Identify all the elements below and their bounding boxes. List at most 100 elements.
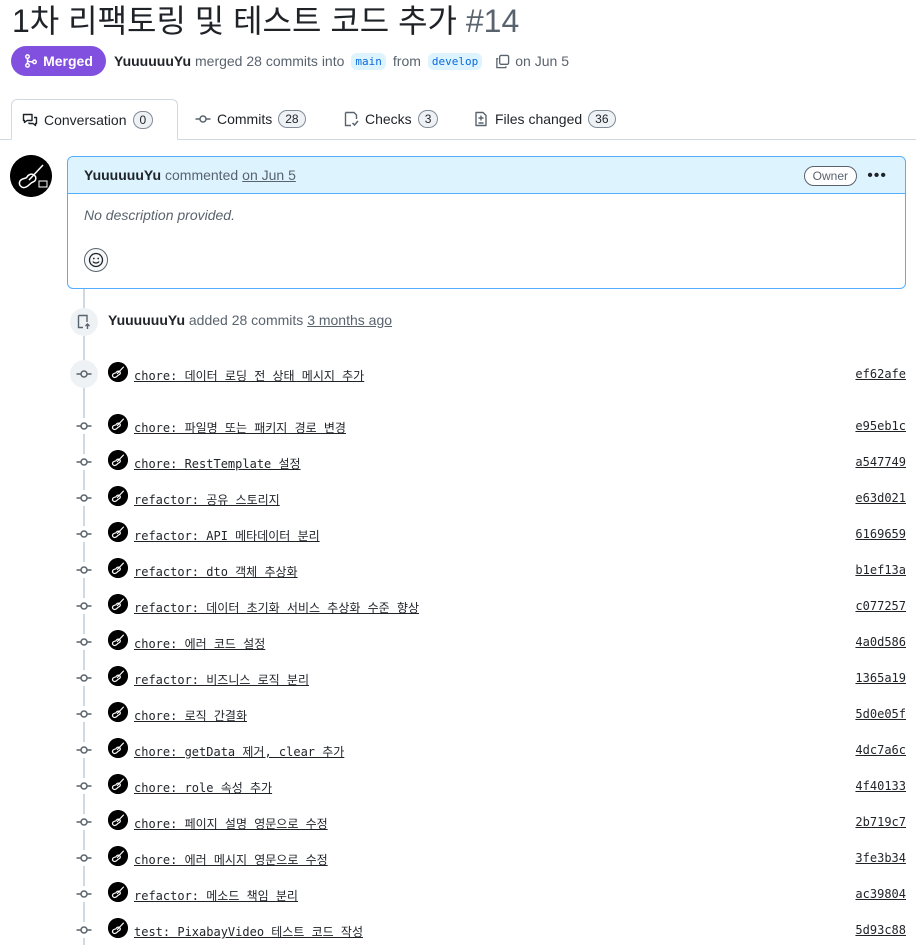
git-commit-icon <box>76 706 92 722</box>
tab-label: Checks <box>365 111 412 127</box>
comment-author-link[interactable]: YuuuuuuYu <box>84 167 161 183</box>
comment-date-link[interactable]: on Jun 5 <box>242 167 296 183</box>
commit-sha-link[interactable]: 4a0d586 <box>855 635 906 649</box>
event-action: added 28 commits <box>188 312 304 328</box>
commit-row: refactor: API 메타데이터 분리 6169659 <box>0 522 916 546</box>
commit-row: refactor: 데이터 초기화 서비스 추상화 수준 향상 c077257 <box>0 594 916 618</box>
commit-row: chore: 파일명 또는 패키지 경로 변경 e95eb1c <box>0 414 916 438</box>
commit-row: chore: role 속성 추가 4f40133 <box>0 774 916 798</box>
commit-row: chore: 데이터 로딩 전 상태 메시지 추가 ef62afe <box>0 360 916 388</box>
commit-message-link[interactable]: chore: getData 제거, clear 추가 <box>134 743 344 760</box>
from-text: from <box>392 53 421 69</box>
add-reaction-button[interactable] <box>84 248 108 272</box>
commit-message-link[interactable]: chore: 데이터 로딩 전 상태 메시지 추가 <box>134 367 364 384</box>
tab-label: Commits <box>217 111 273 127</box>
commit-author-avatar[interactable] <box>108 846 128 866</box>
event-time-link[interactable]: 3 months ago <box>307 312 392 328</box>
commit-row: refactor: 공유 스토리지 e63d021 <box>0 486 916 510</box>
commit-message-link[interactable]: refactor: 메소드 책임 분리 <box>134 887 298 904</box>
commit-message-link[interactable]: chore: 에러 코드 설정 <box>134 635 265 652</box>
tab-checks[interactable]: Checks 3 <box>333 99 448 139</box>
comment-box: YuuuuuuYu commented on Jun 5 Owner ••• N… <box>67 156 906 289</box>
git-commit-icon <box>76 490 92 506</box>
page-title: 1차 리팩토링 및 테스트 코드 추가 #14 <box>12 2 519 40</box>
commit-sha-link[interactable]: 6169659 <box>855 527 906 541</box>
commit-author-avatar[interactable] <box>108 882 128 902</box>
checklist-icon <box>344 111 359 127</box>
commit-message-link[interactable]: test: PixabayVideo 테스트 코드 작성 <box>134 923 363 940</box>
commit-message-link[interactable]: refactor: 데이터 초기화 서비스 추상화 수준 향상 <box>134 599 419 616</box>
commit-sha-link[interactable]: 2b719c7 <box>855 815 906 829</box>
commit-sha-link[interactable]: 3fe3b34 <box>855 851 906 865</box>
comment-discussion-icon <box>22 113 38 126</box>
commit-message-link[interactable]: refactor: 비즈니스 로직 분리 <box>134 671 309 688</box>
commit-author-avatar[interactable] <box>108 666 128 686</box>
pr-author-link[interactable]: YuuuuuuYu <box>114 53 191 69</box>
git-commit-icon <box>76 562 92 578</box>
git-commit-icon <box>195 115 211 123</box>
commit-author-avatar[interactable] <box>108 594 128 614</box>
commit-sha-link[interactable]: a547749 <box>855 455 906 469</box>
git-commit-icon <box>70 360 98 388</box>
guitar-avatar-image <box>10 155 52 197</box>
commit-sha-link[interactable]: ef62afe <box>855 367 906 381</box>
git-commit-icon <box>76 526 92 542</box>
commit-author-avatar[interactable] <box>108 918 128 938</box>
commit-message-link[interactable]: chore: 로직 간결화 <box>134 707 247 724</box>
author-avatar[interactable] <box>10 155 52 197</box>
commit-author-avatar[interactable] <box>108 522 128 542</box>
kebab-menu-icon[interactable]: ••• <box>867 167 887 185</box>
commit-author-avatar[interactable] <box>108 810 128 830</box>
commit-sha-link[interactable]: e63d021 <box>855 491 906 505</box>
tab-counter: 3 <box>417 110 439 128</box>
event-author-link[interactable]: YuuuuuuYu <box>108 312 185 328</box>
commit-author-avatar[interactable] <box>108 702 128 722</box>
commit-sha-link[interactable]: ac39804 <box>855 887 906 901</box>
tab-label: Files changed <box>495 111 583 127</box>
git-commit-icon <box>76 418 92 434</box>
commit-message-link[interactable]: chore: role 속성 추가 <box>134 779 272 796</box>
commit-sha-link[interactable]: 4f40133 <box>855 779 906 793</box>
head-branch[interactable]: develop <box>427 52 483 70</box>
commit-message-link[interactable]: chore: 에러 메시지 영문으로 수정 <box>134 851 328 868</box>
commit-row: chore: 에러 코드 설정 4a0d586 <box>0 630 916 654</box>
copy-icon[interactable] <box>493 54 511 69</box>
commit-message-link[interactable]: refactor: API 메타데이터 분리 <box>134 527 320 544</box>
commit-author-avatar[interactable] <box>108 774 128 794</box>
commit-author-avatar[interactable] <box>108 558 128 578</box>
commit-message-link[interactable]: chore: 파일명 또는 패키지 경로 변경 <box>134 419 346 436</box>
git-commit-icon <box>76 634 92 650</box>
commit-sha-link[interactable]: 5d0e05f <box>855 707 906 721</box>
tab-conversation[interactable]: Conversation 0 <box>11 99 178 140</box>
commit-author-avatar[interactable] <box>108 362 128 382</box>
tab-counter: 28 <box>278 110 306 128</box>
owner-badge: Owner <box>803 166 857 186</box>
commit-sha-link[interactable]: 4dc7a6c <box>855 743 906 757</box>
git-commit-icon <box>76 886 92 902</box>
tab-label: Conversation <box>44 111 127 128</box>
commit-message-link[interactable]: chore: 페이지 설명 영문으로 수정 <box>134 815 328 832</box>
commit-sha-link[interactable]: c077257 <box>855 599 906 613</box>
tab-files-changed[interactable]: Files changed 36 <box>463 99 626 139</box>
git-commit-icon <box>76 778 92 794</box>
commit-author-avatar[interactable] <box>108 450 128 470</box>
commit-sha-link[interactable]: 5d93c88 <box>855 923 906 937</box>
commit-author-avatar[interactable] <box>108 738 128 758</box>
commit-row: refactor: 비즈니스 로직 분리 1365a19 <box>0 666 916 690</box>
tab-commits[interactable]: Commits 28 <box>185 99 316 139</box>
pr-number[interactable]: #14 <box>466 3 519 39</box>
commit-author-avatar[interactable] <box>108 630 128 650</box>
commit-message-link[interactable]: refactor: dto 객체 추상화 <box>134 563 298 580</box>
commit-author-avatar[interactable] <box>108 414 128 434</box>
base-branch[interactable]: main <box>351 52 386 70</box>
tab-counter: 0 <box>132 110 154 129</box>
comment-action: commented <box>165 167 239 183</box>
commit-row: chore: getData 제거, clear 추가 4dc7a6c <box>0 738 916 762</box>
commit-author-avatar[interactable] <box>108 486 128 506</box>
commit-message-link[interactable]: chore: RestTemplate 설정 <box>134 455 301 472</box>
commit-sha-link[interactable]: e95eb1c <box>855 419 906 433</box>
commit-sha-link[interactable]: 1365a19 <box>855 671 906 685</box>
commit-sha-link[interactable]: b1ef13a <box>855 563 906 577</box>
commit-message-link[interactable]: refactor: 공유 스토리지 <box>134 491 280 508</box>
git-commit-icon <box>76 742 92 758</box>
